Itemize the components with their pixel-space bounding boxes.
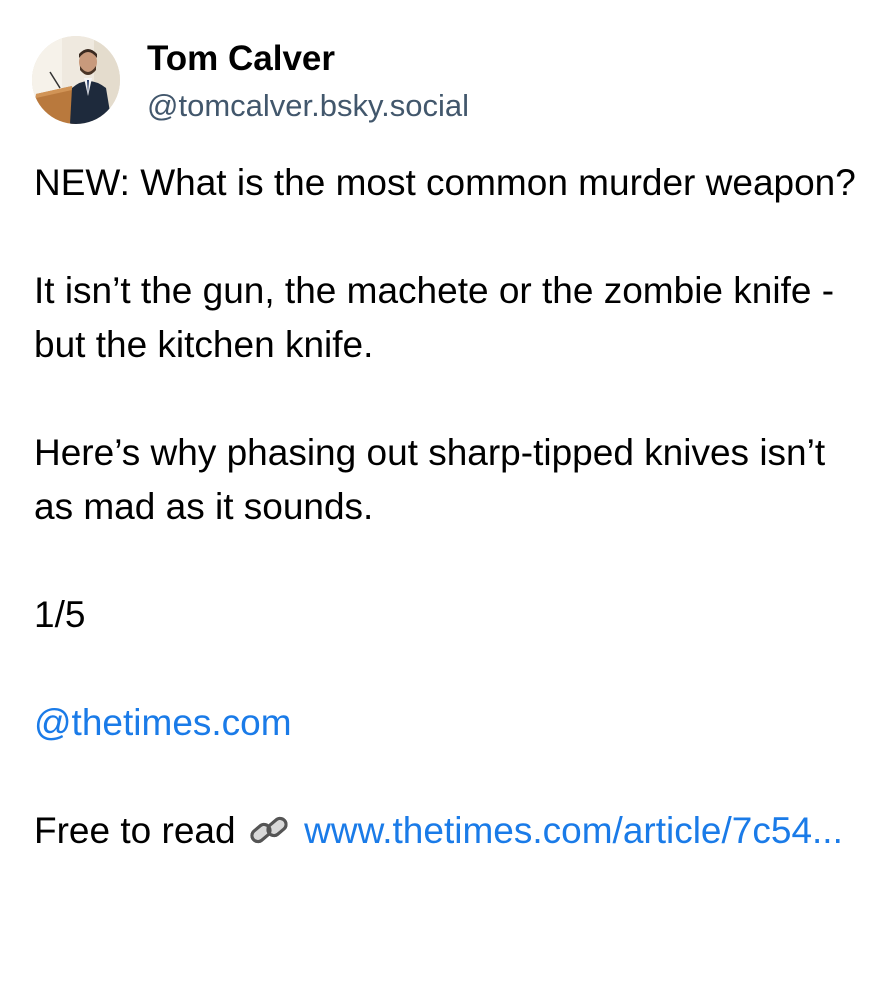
mention-link[interactable]: @thetimes.com [34, 702, 292, 743]
post-paragraph: NEW: What is the most common murder weap… [34, 162, 856, 203]
avatar[interactable] [32, 36, 120, 124]
post-text: NEW: What is the most common murder weap… [34, 156, 864, 864]
post-paragraph: It isn’t the gun, the machete or the zom… [34, 270, 835, 365]
post-header: Tom Calver @tomcalver.bsky.social [32, 36, 852, 124]
author-name[interactable]: Tom Calver [147, 38, 335, 80]
avatar-photo [32, 36, 120, 124]
article-link[interactable]: www.thetimes.com/article/7c54... [304, 810, 843, 851]
post-paragraph: Here’s why phasing out sharp-tipped kniv… [34, 432, 826, 527]
free-to-read-label: Free to read [34, 810, 236, 851]
thread-counter: 1/5 [34, 594, 86, 635]
free-to-read-paragraph: Free to read www.thetimes.com/article/7c… [34, 804, 864, 864]
author-handle[interactable]: @tomcalver.bsky.social [147, 86, 469, 126]
post: Tom Calver @tomcalver.bsky.social NEW: W… [0, 0, 888, 1000]
mention-paragraph: @thetimes.com [34, 696, 864, 750]
chain-link-icon [248, 810, 290, 864]
